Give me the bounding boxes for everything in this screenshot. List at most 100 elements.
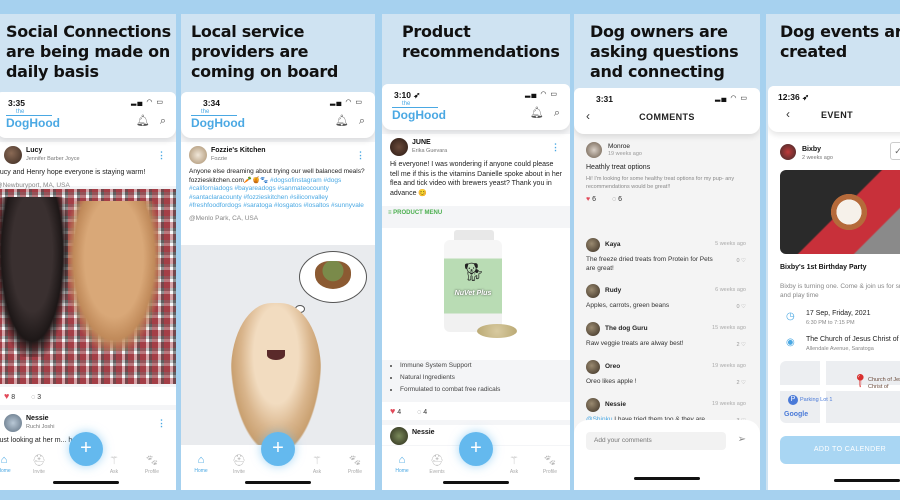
nav-invite[interactable]: ⛑ Invite xyxy=(21,454,57,475)
bell-icon[interactable]: 🔔︎ xyxy=(335,115,349,127)
post-author[interactable]: Lucy xyxy=(26,147,42,154)
bell-icon[interactable]: 🔔︎ xyxy=(530,107,544,119)
comment-time: 15 weeks ago xyxy=(712,325,746,331)
chewables-pile xyxy=(477,324,517,338)
question-reactions: ♥ 6 ◌ 6 xyxy=(586,196,622,203)
nav-home[interactable]: ⌂Home xyxy=(0,454,22,474)
comment-author[interactable]: Nessie xyxy=(605,401,626,408)
post-photo[interactable] xyxy=(0,189,176,384)
product-menu-link[interactable]: ≡ PRODUCT MENU xyxy=(388,210,442,216)
comment-like[interactable]: 0 ♡ xyxy=(736,304,746,310)
bell-icon[interactable]: 🔔︎ xyxy=(136,115,150,127)
clock-icon: ◷ xyxy=(786,311,795,322)
create-post-button[interactable]: + xyxy=(69,432,103,466)
nav-home[interactable]: ⌂Home xyxy=(384,454,420,474)
host-avatar[interactable] xyxy=(780,144,796,160)
event-map[interactable]: 📍︎ Church of Jesus Christ of P Parking L… xyxy=(780,361,900,423)
avatar[interactable] xyxy=(586,322,600,336)
comment-like[interactable]: 2 ♡ xyxy=(736,342,746,348)
doghood-logo[interactable]: the DogHood xyxy=(191,109,245,129)
search-icon[interactable]: ⌕ xyxy=(359,115,365,127)
comment-author[interactable]: The dog Guru xyxy=(605,325,648,332)
avatar[interactable] xyxy=(189,146,207,164)
dog-mouth xyxy=(267,350,285,360)
screen-title: COMMENTS xyxy=(639,112,695,122)
bone-icon: ⚚ xyxy=(312,455,322,467)
map-marker-icon: 📍︎ xyxy=(852,373,869,388)
like-count: 6 xyxy=(592,196,597,203)
nav-home[interactable]: ⌂Home xyxy=(183,454,219,474)
comment-icon[interactable]: ◌ xyxy=(31,394,35,401)
avatar[interactable] xyxy=(586,142,602,158)
post-author[interactable]: Nessie xyxy=(412,429,435,436)
comment-icon[interactable]: ◌ xyxy=(612,196,616,203)
post-author[interactable]: Nessie xyxy=(26,415,49,422)
avatar[interactable] xyxy=(586,238,600,252)
nav-profile[interactable]: 🐾︎ Profile xyxy=(532,454,568,475)
add-to-calendar-button[interactable]: ADD TO CALENDER xyxy=(780,436,900,464)
post-author[interactable]: JUNE xyxy=(412,139,431,146)
doghood-logo[interactable]: the DogHood xyxy=(6,109,60,129)
comment-input[interactable]: Add your comments xyxy=(586,432,726,450)
like-icon[interactable]: ♥ xyxy=(390,406,395,416)
question-title: Heathly treat options xyxy=(586,164,651,171)
doghood-logo[interactable]: the DogHood xyxy=(392,101,446,121)
avatar[interactable] xyxy=(390,138,408,156)
post-owner: Erika Guevara xyxy=(412,148,448,154)
avatar[interactable] xyxy=(586,398,600,412)
fawn-french-bulldog xyxy=(68,201,160,351)
avatar[interactable] xyxy=(390,427,408,445)
nav-ask[interactable]: ⚚ Ask xyxy=(96,454,132,475)
post-reactions: ♥ 8 ◌ 3 xyxy=(0,387,176,405)
avatar[interactable] xyxy=(586,284,600,298)
comment-like[interactable]: 0 ♡ xyxy=(736,258,746,264)
host-name[interactable]: Bixby xyxy=(802,146,821,153)
search-icon[interactable]: ⌕ xyxy=(554,107,560,119)
post-photo[interactable] xyxy=(181,245,375,445)
create-post-button[interactable]: + xyxy=(459,432,493,466)
send-icon[interactable]: ➢ xyxy=(738,434,746,445)
comment-author[interactable]: Oreo xyxy=(605,363,620,370)
avatar[interactable] xyxy=(586,360,600,374)
nav-profile[interactable]: 🐾︎ Profile xyxy=(337,454,373,475)
post-owner: Jennifer Barber Joyce xyxy=(26,156,80,162)
nav-ask[interactable]: ⚚ Ask xyxy=(496,454,532,475)
avatar[interactable] xyxy=(4,146,22,164)
comment-author[interactable]: Rudy xyxy=(605,287,621,294)
post-author[interactable]: Fozzie's Kitchen xyxy=(211,147,266,154)
more-options-icon[interactable]: ⋮ xyxy=(157,150,166,161)
comment-like[interactable]: 2 ♡ xyxy=(736,380,746,386)
bullet-item: Immune System Support xyxy=(400,360,500,372)
more-options-icon[interactable]: ⋮ xyxy=(551,142,560,153)
nav-profile[interactable]: 🐾︎ Profile xyxy=(134,454,170,475)
paw-icon: 🐾︎ xyxy=(348,455,362,467)
nav-ask[interactable]: ⚚ Ask xyxy=(299,454,335,475)
comment-icon[interactable]: ◌ xyxy=(417,409,421,416)
comment-author[interactable]: Kaya xyxy=(605,241,621,248)
panel-title: Social Connections are being made on dai… xyxy=(6,22,171,81)
panel-local-providers: Local service providers are coming on bo… xyxy=(181,14,375,490)
google-logo: Google xyxy=(784,411,809,418)
event-photo[interactable] xyxy=(780,170,900,254)
nav-events[interactable]: ⛑ Events xyxy=(419,454,455,475)
search-icon[interactable]: ⌕ xyxy=(160,115,166,127)
panel-dog-owners-connecting: Dog owners are asking questions and conn… xyxy=(574,14,760,490)
phone-screen: 3:35 ▂▄ ◠ ▭ the DogHood 🔔︎ ⌕ Lucy Jennifer… xyxy=(0,92,176,490)
more-options-icon[interactable]: ⋮ xyxy=(157,418,166,429)
feed-post: Lucy Jennifer Barber Joyce ⋮ Lucy and He… xyxy=(0,142,176,189)
avatar[interactable] xyxy=(4,414,22,432)
heart-outline-icon: ♡ xyxy=(739,304,746,310)
more-options-icon[interactable]: ⋮ xyxy=(356,150,365,161)
nav-invite[interactable]: ⛑ Invite xyxy=(221,454,257,475)
map-road xyxy=(820,361,826,423)
product-image[interactable]: 🐕︎ NuVet Plus xyxy=(382,228,570,360)
status-time: 12:36 ➶ xyxy=(778,92,810,102)
like-icon[interactable]: ♥ xyxy=(586,196,590,203)
create-post-button[interactable]: + xyxy=(261,432,295,466)
question-author[interactable]: Monroe xyxy=(608,143,630,150)
like-icon[interactable]: ♥ xyxy=(4,391,9,401)
puppy-in-car xyxy=(830,192,868,232)
invite-icon: ⛑ xyxy=(232,455,246,467)
rsvp-check-button[interactable]: ✓ xyxy=(890,142,900,160)
bottom-nav: + ⌂Home ⛑Invite ⚚Ask 🐾︎Profile xyxy=(181,432,375,490)
